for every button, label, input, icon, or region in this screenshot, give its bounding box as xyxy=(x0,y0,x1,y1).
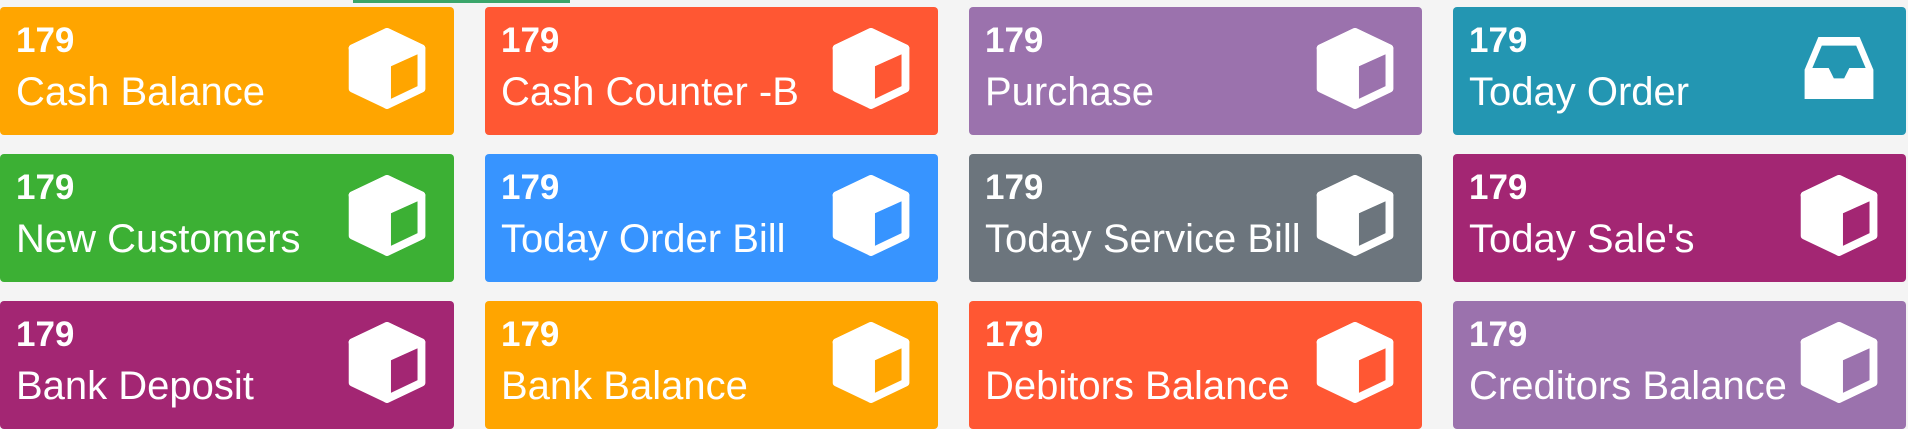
card-label: Cash Balance xyxy=(16,70,266,114)
card-label: Creditors Balance xyxy=(1469,364,1787,408)
cube-icon xyxy=(1796,172,1882,258)
card-cash-balance[interactable]: 179 Cash Balance xyxy=(0,7,454,135)
cube-icon xyxy=(828,319,914,405)
card-count: 179 xyxy=(1469,315,1528,354)
card-purchase[interactable]: 179 Purchase xyxy=(969,7,1422,135)
card-count: 179 xyxy=(16,315,75,354)
cube-icon xyxy=(1312,25,1398,111)
card-count: 179 xyxy=(501,315,560,354)
cube-icon xyxy=(344,25,430,111)
cube-icon xyxy=(1312,172,1398,258)
cube-icon xyxy=(828,25,914,111)
card-debitors-balance[interactable]: 179 Debitors Balance xyxy=(969,301,1422,429)
card-today-order[interactable]: 179 Today Order xyxy=(1453,7,1906,135)
top-accent-bar xyxy=(353,0,570,3)
card-label: Today Service Bill xyxy=(985,217,1301,261)
card-label: Purchase xyxy=(985,70,1154,114)
card-label: New Customers xyxy=(16,217,301,261)
card-count: 179 xyxy=(985,168,1044,207)
card-count: 179 xyxy=(16,168,75,207)
card-count: 179 xyxy=(16,21,75,60)
card-label: Debitors Balance xyxy=(985,364,1290,408)
card-label: Bank Balance xyxy=(501,364,748,408)
inbox-tray-icon xyxy=(1796,25,1882,111)
card-label: Today Order Bill xyxy=(501,217,786,261)
cube-icon xyxy=(1796,319,1882,405)
card-count: 179 xyxy=(501,21,560,60)
card-label: Cash Counter -B xyxy=(501,70,799,114)
card-creditors-balance[interactable]: 179 Creditors Balance xyxy=(1453,301,1906,429)
card-bank-deposit[interactable]: 179 Bank Deposit xyxy=(0,301,454,429)
card-count: 179 xyxy=(501,168,560,207)
card-count: 179 xyxy=(1469,21,1528,60)
card-label: Today Order xyxy=(1469,70,1690,114)
card-new-customers[interactable]: 179 New Customers xyxy=(0,154,454,282)
dashboard-cards-grid: 179 Cash Balance 179 Cash Counter -B 179… xyxy=(0,7,1908,429)
card-cash-counter-b[interactable]: 179 Cash Counter -B xyxy=(485,7,938,135)
card-count: 179 xyxy=(985,21,1044,60)
cube-icon xyxy=(828,172,914,258)
card-count: 179 xyxy=(1469,168,1528,207)
card-bank-balance[interactable]: 179 Bank Balance xyxy=(485,301,938,429)
card-label: Today Sale's xyxy=(1469,217,1695,261)
card-today-sales[interactable]: 179 Today Sale's xyxy=(1453,154,1906,282)
card-today-order-bill[interactable]: 179 Today Order Bill xyxy=(485,154,938,282)
cube-icon xyxy=(344,172,430,258)
card-today-service-bill[interactable]: 179 Today Service Bill xyxy=(969,154,1422,282)
cube-icon xyxy=(1312,319,1398,405)
card-label: Bank Deposit xyxy=(16,364,254,408)
cube-icon xyxy=(344,319,430,405)
card-count: 179 xyxy=(985,315,1044,354)
